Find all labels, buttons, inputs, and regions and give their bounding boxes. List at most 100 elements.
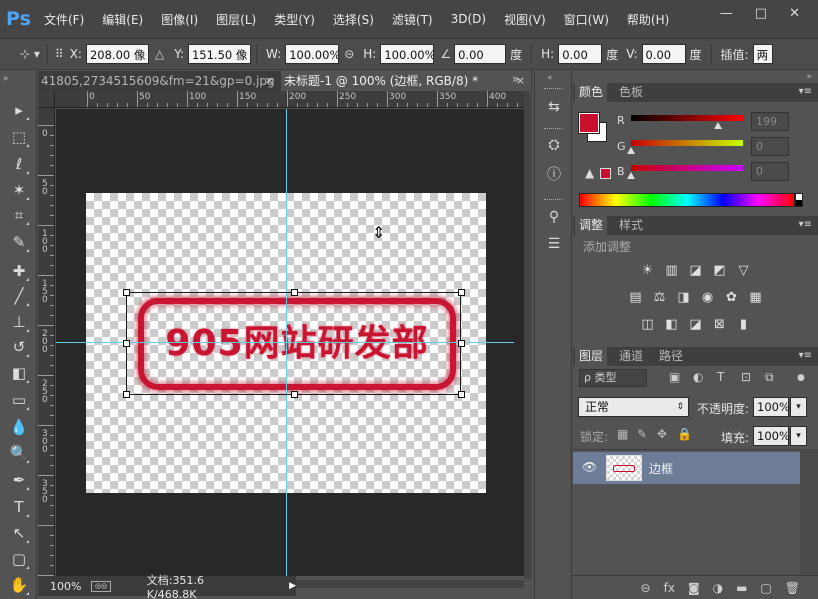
lock-transparent-icon[interactable]: ▦ (617, 427, 628, 441)
new-layer-icon[interactable]: ▢ (760, 581, 771, 595)
dodge-tool-icon[interactable]: 🔍 (8, 442, 30, 464)
transform-handle-bottom-right[interactable] (458, 391, 465, 398)
interpolation-select[interactable]: 两 (752, 44, 773, 64)
eyedropper-tool-icon[interactable]: ✎ (8, 231, 30, 253)
ruler-origin[interactable] (38, 91, 55, 108)
r-slider[interactable] (631, 115, 743, 121)
zoom-level[interactable]: 100% (50, 580, 81, 593)
filter-pixel-icon[interactable]: ▣ (669, 370, 680, 384)
minimize-button[interactable]: — (720, 6, 733, 21)
transform-handle-top-left[interactable] (123, 289, 130, 296)
healing-brush-tool-icon[interactable]: ✚ (8, 260, 30, 282)
close-button[interactable]: ✕ (789, 6, 800, 21)
g-slider[interactable] (631, 140, 743, 146)
opacity-field[interactable]: 100% (753, 397, 790, 417)
lasso-tool-icon[interactable]: ℓ (8, 153, 30, 175)
panel-menu-icon[interactable]: ▾≡ (799, 86, 812, 97)
transform-handle-right[interactable] (458, 340, 465, 347)
menu-filter[interactable]: 滤镜(T) (392, 11, 433, 28)
visibility-eye-icon[interactable]: 👁 (582, 460, 597, 474)
move-tool-icon[interactable]: ▸ (8, 99, 30, 121)
blend-mode-select[interactable]: 正常 ⇕ (578, 397, 689, 417)
selective-color-icon[interactable]: ⊠ (711, 317, 729, 333)
link-icon[interactable]: ⊝ (344, 47, 354, 61)
layer-style-icon[interactable]: fx (664, 581, 675, 595)
h-skew-field[interactable]: 0.00 (558, 44, 603, 64)
menu-image[interactable]: 图像(I) (161, 11, 198, 28)
magic-wand-tool-icon[interactable]: ✶ (8, 179, 30, 201)
v-skew-field[interactable]: 0.00 (641, 44, 686, 64)
tab-adjustments[interactable]: 调整 (575, 216, 608, 235)
y-field[interactable]: 151.50 像 (187, 44, 251, 64)
tab-document-2[interactable]: 未标题-1 @ 100% (边框, RGB/8) * × (281, 71, 531, 91)
new-group-icon[interactable]: ▬ (736, 581, 747, 595)
tab-styles[interactable]: 样式 (615, 216, 647, 235)
lock-all-icon[interactable]: 🔒 (677, 427, 692, 441)
panel-menu-icon[interactable]: ▾≡ (799, 219, 812, 230)
marquee-tool-icon[interactable]: ⬚ (8, 126, 30, 148)
filter-toggle-icon[interactable]: ● (797, 373, 805, 383)
reference-point-icon[interactable]: ⠿ (55, 47, 64, 61)
tabs-overflow-icon[interactable]: » (512, 72, 519, 86)
info-panel-icon[interactable]: ⓘ (544, 165, 564, 185)
vertical-ruler[interactable]: 0 5 0 1 0 0 1 5 0 2 0 0 2 5 0 3 0 0 3 5 … (38, 108, 55, 586)
panel-grip[interactable] (544, 128, 562, 131)
gamut-color-swatch[interactable] (600, 168, 611, 179)
x-field[interactable]: 208.00 像 (85, 44, 149, 64)
free-transform-box[interactable] (123, 289, 465, 398)
layer-row[interactable]: 👁 边框 (573, 452, 800, 484)
status-menu-arrow-icon[interactable]: ▶ (289, 581, 296, 591)
transform-handle-top-right[interactable] (458, 289, 465, 296)
transform-handle-top[interactable] (291, 289, 298, 296)
layer-thumbnail[interactable] (606, 455, 642, 481)
posterize-icon[interactable]: ◧ (663, 317, 681, 333)
menu-edit[interactable]: 编辑(E) (102, 11, 143, 28)
color-spectrum-bar[interactable] (579, 193, 795, 207)
clone-stamp-tool-icon[interactable]: ⊥ (8, 311, 30, 333)
layers-scrollbar[interactable] (800, 449, 818, 575)
filter-adjustment-icon[interactable]: ◐ (693, 370, 703, 384)
g-value-field[interactable]: 0 (751, 137, 789, 156)
tab-paths[interactable]: 路径 (655, 347, 687, 366)
tab-channels[interactable]: 通道 (615, 347, 647, 366)
hand-tool-icon[interactable]: ✋ (8, 574, 30, 596)
foreground-color-swatch[interactable] (579, 113, 599, 133)
vibrance-icon[interactable]: ▽ (735, 263, 753, 279)
photo-filter-icon[interactable]: ◉ (699, 290, 717, 306)
panel-menu-icon[interactable]: ▾≡ (799, 350, 812, 361)
menu-file[interactable]: 文件(F) (44, 11, 84, 28)
menu-select[interactable]: 选择(S) (333, 11, 374, 28)
type-tool-icon[interactable]: T (8, 496, 30, 518)
opacity-dropdown-icon[interactable]: ▾ (790, 397, 807, 417)
curves-icon[interactable]: ◪ (687, 263, 705, 279)
tab-swatches[interactable]: 色板 (615, 83, 647, 102)
expand-panels-icon[interactable]: « (547, 73, 553, 83)
angle-field[interactable]: 0.00 (454, 44, 507, 64)
transform-handle-bottom[interactable] (291, 391, 298, 398)
transform-handle-left[interactable] (123, 340, 130, 347)
w-field[interactable]: 100.00% (285, 44, 340, 64)
layer-name[interactable]: 边框 (649, 460, 673, 477)
horizontal-scrollbar[interactable] (296, 580, 524, 588)
tab-color[interactable]: 颜色 (575, 83, 608, 102)
out-of-gamut-warning-icon[interactable]: ▲ (585, 166, 594, 180)
panel-grip[interactable] (544, 88, 562, 91)
properties-panel-icon[interactable]: ☰ (544, 234, 564, 254)
delete-layer-icon[interactable]: 🗑 (785, 581, 800, 595)
shape-tool-icon[interactable]: ▢ (8, 548, 30, 570)
vertical-scrollbar[interactable] (524, 91, 532, 579)
tab-document-1[interactable]: 41805,2734515609&fm=21&gp=0.jpg × (38, 71, 280, 91)
history-brush-tool-icon[interactable]: ↺ (8, 336, 30, 358)
r-value-field[interactable]: 199 (751, 112, 789, 131)
gradient-map-icon[interactable]: ▮ (735, 317, 753, 333)
color-lookup-icon[interactable]: ▦ (747, 290, 765, 306)
horizontal-ruler[interactable]: 0 50 100 150 200 250 300 350 400 (55, 91, 558, 108)
fill-field[interactable]: 100% (753, 426, 790, 446)
menu-3d[interactable]: 3D(D) (451, 12, 486, 26)
filter-smart-object-icon[interactable]: ⧉ (765, 370, 774, 385)
r-slider-thumb[interactable] (714, 122, 722, 129)
delta-icon[interactable]: △ (155, 47, 164, 61)
transform-handle-bottom-left[interactable] (123, 391, 130, 398)
path-selection-tool-icon[interactable]: ↖ (8, 522, 30, 544)
lock-image-icon[interactable]: ✎ (637, 427, 647, 441)
